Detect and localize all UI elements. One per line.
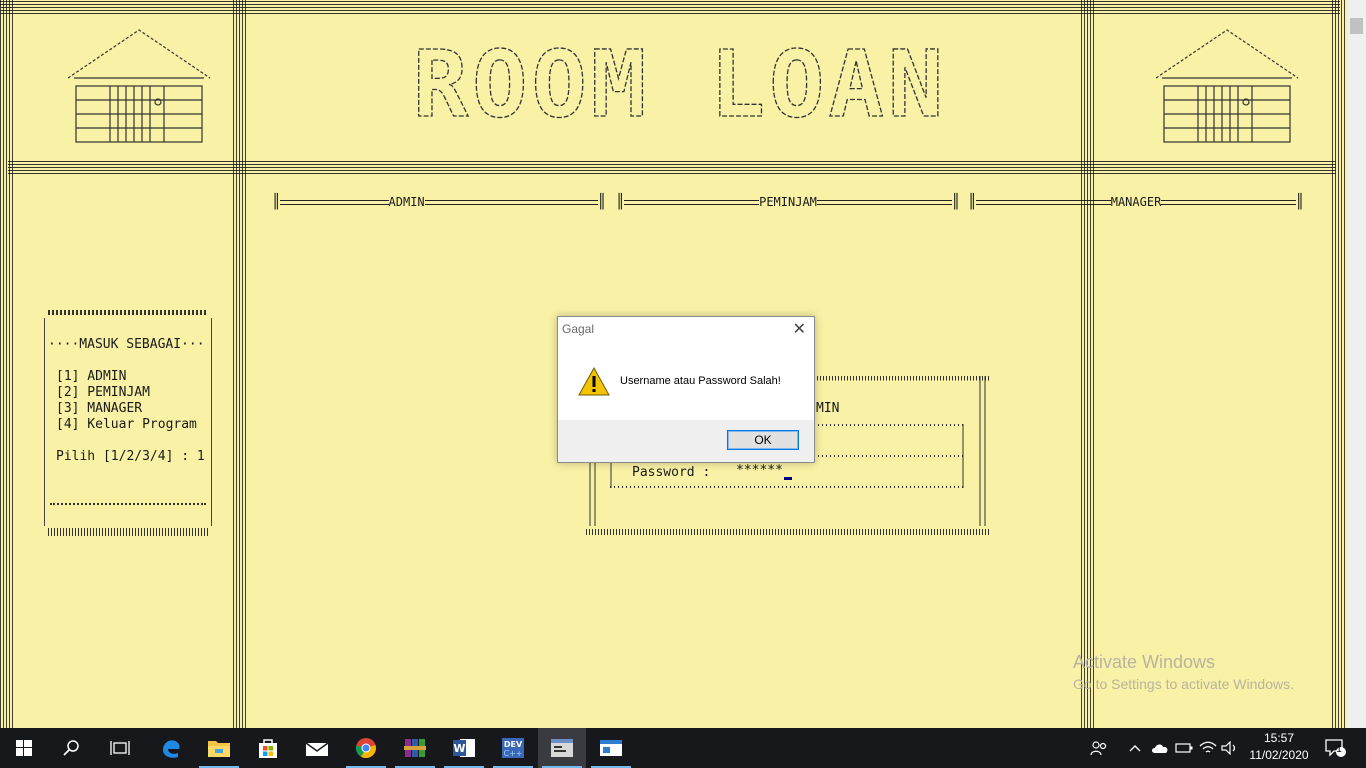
ok-button[interactable]: OK: [727, 430, 799, 450]
battery-icon[interactable]: [1173, 728, 1195, 768]
sidebar-option-peminjam: [2] PEMINJAM: [56, 385, 150, 400]
menu-manager[interactable]: ║ MANAGER ║: [968, 194, 1304, 210]
taskbar: W DEV C++ 1: [0, 728, 1366, 768]
edge-icon[interactable]: [147, 728, 195, 768]
word-icon[interactable]: W: [440, 728, 488, 768]
notification-count: 1: [1336, 744, 1342, 755]
text-cursor: [784, 477, 792, 480]
top-border: [0, 0, 1340, 14]
mail-icon[interactable]: [293, 728, 341, 768]
sidebar-option-admin: [1] ADMIN: [56, 369, 127, 384]
task-view-icon[interactable]: [96, 728, 144, 768]
dialog-footer: OK: [558, 420, 814, 462]
sidebar-heading: ····MASUK SEBAGAI···: [48, 337, 205, 352]
onedrive-icon[interactable]: [1149, 728, 1171, 768]
notification-icon[interactable]: 1: [1320, 728, 1350, 768]
wifi-icon[interactable]: [1197, 728, 1219, 768]
menu-admin-label: ADMIN: [388, 195, 425, 209]
chrome-icon[interactable]: [342, 728, 390, 768]
dialog-close-icon[interactable]: ✕: [793, 319, 806, 339]
console-app-icon[interactable]: [538, 728, 586, 768]
header-divider: [8, 160, 1336, 174]
clock-time: 15:57: [1263, 731, 1295, 745]
menu-manager-label: MANAGER: [1110, 195, 1162, 209]
sidebar-top-border: [48, 310, 208, 315]
left-border: [0, 0, 14, 728]
svg-text:W: W: [453, 742, 465, 755]
scrollbar-thumb[interactable]: [1350, 18, 1363, 34]
warning-icon: [578, 367, 610, 396]
windows-start-icon[interactable]: [0, 728, 48, 768]
password-input[interactable]: ******: [736, 463, 783, 478]
password-label: Password :: [632, 465, 711, 480]
people-icon[interactable]: [1088, 728, 1110, 768]
svg-text:C++: C++: [504, 749, 523, 758]
menu-admin[interactable]: ║ ADMIN ║: [272, 194, 606, 210]
taskbar-clock[interactable]: 15:57 11/02/2020: [1240, 730, 1318, 764]
file-explorer-icon[interactable]: [195, 728, 243, 768]
house-ascii-art-right: [1155, 29, 1299, 143]
error-dialog: Gagal ✕ Username atau Password Salah! OK: [557, 316, 815, 463]
winrar-icon[interactable]: [391, 728, 439, 768]
sidebar-option-exit: [4] Keluar Program: [56, 417, 197, 432]
app-window-icon[interactable]: [587, 728, 635, 768]
sidebar-prompt: Pilih [1/2/3/4] : 1: [56, 449, 205, 464]
dialog-message: Username atau Password Salah!: [620, 375, 781, 387]
house-ascii-art-left: [67, 29, 211, 143]
devcpp-icon[interactable]: DEV C++: [489, 728, 537, 768]
left-divider: [233, 0, 247, 728]
right-border: [1332, 0, 1346, 728]
svg-text:ROOM LOAN: ROOM LOAN: [413, 34, 948, 134]
search-icon[interactable]: [48, 728, 96, 768]
activate-windows-watermark: Activate Windows Go to Settings to activ…: [1073, 652, 1294, 692]
chevron-up-icon[interactable]: [1126, 728, 1144, 768]
login-header-partial: MIN: [816, 401, 840, 416]
right-divider: [1081, 0, 1095, 728]
sidebar-bottom-border: [48, 528, 208, 536]
clock-date: 11/02/2020: [1249, 748, 1309, 762]
volume-icon[interactable]: [1219, 728, 1241, 768]
menu-peminjam[interactable]: ║ PEMINJAM ║: [616, 194, 960, 210]
store-icon[interactable]: [244, 728, 292, 768]
sidebar-dotted-line: [50, 503, 206, 505]
svg-text:DEV: DEV: [504, 740, 523, 749]
watermark-line1: Activate Windows: [1073, 652, 1216, 672]
dialog-title: Gagal: [562, 322, 595, 336]
sidebar-option-manager: [3] MANAGER: [56, 401, 143, 416]
menu-peminjam-label: PEMINJAM: [759, 195, 817, 209]
room-loan-ascii-title: ROOM LOAN: [412, 34, 948, 134]
watermark-line2: Go to Settings to activate Windows.: [1073, 676, 1294, 692]
vertical-scrollbar[interactable]: [1347, 0, 1366, 728]
